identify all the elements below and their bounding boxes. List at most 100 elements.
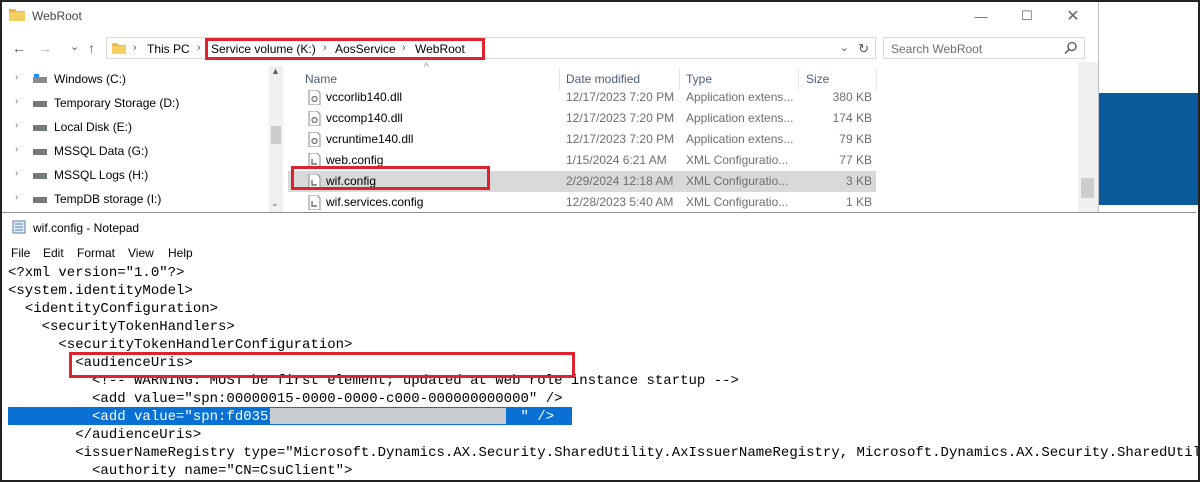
dll-file-icon — [308, 90, 321, 105]
file-row[interactable]: vccomp140.dll 12/17/2023 7:20 PM Applica… — [288, 108, 876, 129]
column-header-size[interactable]: Size — [806, 72, 829, 86]
minimize-button[interactable]: — — [958, 0, 1004, 32]
search-icon — [1064, 41, 1077, 55]
column-header-date[interactable]: Date modified — [566, 72, 640, 86]
breadcrumb-this-pc[interactable]: This PC — [147, 42, 190, 56]
file-date: 1/15/2024 6:21 AM — [566, 153, 667, 167]
dll-file-icon — [308, 132, 321, 147]
file-size: 380 KB — [832, 90, 872, 104]
file-date: 12/17/2023 7:20 PM — [566, 132, 675, 146]
code-highlight-box — [69, 352, 575, 378]
file-row[interactable]: wif.services.config 12/28/2023 5:40 AM X… — [288, 192, 876, 212]
code-line: <securityTokenHandlers> — [8, 319, 235, 335]
folder-icon — [112, 43, 126, 54]
menu-help[interactable]: Help — [168, 246, 193, 260]
file-name: vccorlib140.dll — [326, 90, 403, 104]
chevron-right-icon[interactable]: › — [15, 168, 18, 179]
code-line: <issuerNameRegistry type="Microsoft.Dyna… — [8, 445, 1200, 461]
drive-icon — [33, 101, 47, 107]
up-button[interactable]: ↑ — [88, 40, 95, 56]
refresh-icon[interactable]: ↻ — [858, 41, 869, 57]
tree-item-mssql-data-g[interactable]: › MSSQL Data (G:) — [0, 140, 268, 162]
recent-locations-button[interactable]: ⌄ — [70, 40, 79, 53]
file-date: 12/17/2023 7:20 PM — [566, 90, 675, 104]
file-size: 79 KB — [839, 132, 872, 146]
notepad-icon — [12, 220, 26, 234]
redaction-block — [270, 408, 506, 424]
desktop-blue-band — [1099, 93, 1200, 205]
folder-icon — [9, 9, 25, 21]
menu-view[interactable]: View — [128, 246, 154, 260]
tree-item-label: MSSQL Logs (H:) — [54, 168, 149, 182]
file-row[interactable]: vcruntime140.dll 12/17/2023 7:20 PM Appl… — [288, 129, 876, 150]
file-size: 77 KB — [839, 153, 872, 167]
tree-item-label: MSSQL Data (G:) — [54, 144, 149, 158]
scrollbar-thumb[interactable] — [1081, 178, 1094, 198]
chevron-right-icon[interactable]: › — [15, 96, 18, 107]
tree-item-tempdb-storage-i[interactable]: › TempDB storage (I:) — [0, 188, 268, 210]
drive-icon — [33, 125, 47, 131]
chevron-right-icon[interactable]: › — [15, 144, 18, 155]
tree-item-windows-c[interactable]: › Windows (C:) — [0, 68, 268, 90]
code-line: <add value="spn:00000015-0000-0000-c000-… — [8, 391, 563, 407]
chevron-right-icon[interactable]: › — [15, 72, 18, 83]
explorer-title-bar[interactable]: WebRoot — ☐ ✕ — [0, 0, 1098, 32]
back-button[interactable]: ← — [12, 40, 26, 56]
tree-item-mssql-logs-h[interactable]: › MSSQL Logs (H:) — [0, 164, 268, 186]
chevron-right-icon: › — [133, 42, 137, 54]
search-input[interactable]: Search WebRoot — [883, 37, 1085, 59]
scrollbar-thumb[interactable] — [271, 126, 281, 144]
chevron-down-icon[interactable]: ⌄ — [840, 41, 849, 54]
tree-item-temporary-storage-d[interactable]: › Temporary Storage (D:) — [0, 92, 268, 114]
file-highlight-box — [291, 166, 490, 190]
column-header-name[interactable]: Name — [305, 72, 337, 86]
file-name: web.config — [326, 153, 384, 167]
code-line: <system.identityModel> — [8, 283, 193, 299]
file-type: XML Configuratio... — [686, 153, 789, 167]
desktop-background — [1099, 0, 1200, 212]
file-size: 3 KB — [845, 174, 872, 188]
tree-item-label: TempDB storage (I:) — [54, 192, 162, 206]
file-row[interactable]: vccorlib140.dll 12/17/2023 7:20 PM Appli… — [288, 87, 876, 108]
dll-file-icon — [308, 111, 321, 126]
forward-button[interactable]: → — [38, 40, 52, 56]
file-type: XML Configuratio... — [686, 195, 789, 209]
config-file-icon — [308, 195, 321, 210]
notepad-title: wif.config - Notepad — [33, 221, 140, 235]
scroll-down-icon[interactable]: ⌄ — [271, 198, 279, 209]
tree-item-label: Temporary Storage (D:) — [54, 96, 180, 110]
chevron-right-icon[interactable]: › — [15, 120, 18, 131]
file-type: XML Configuratio... — [686, 174, 789, 188]
close-button[interactable]: ✕ — [1050, 0, 1096, 32]
notepad-window: wif.config - Notepad File Edit Format Vi… — [2, 212, 1200, 481]
address-highlight-box — [205, 38, 485, 60]
file-name: vccomp140.dll — [326, 111, 403, 125]
tree-item-label: Local Disk (E:) — [54, 120, 133, 134]
column-header-type[interactable]: Type — [686, 72, 712, 86]
code-line: <identityConfiguration> — [8, 301, 219, 317]
file-type: Application extens... — [686, 90, 794, 104]
tree-scrollbar[interactable]: ▲ ⌄ — [269, 66, 283, 212]
notepad-title-bar[interactable]: wif.config - Notepad — [2, 213, 1196, 241]
tree-item-label: Windows (C:) — [54, 72, 127, 86]
file-date: 2/29/2024 12:18 AM — [566, 174, 674, 188]
drive-icon — [33, 149, 47, 155]
file-list-scrollbar[interactable] — [1078, 62, 1098, 212]
chevron-right-icon[interactable]: › — [15, 192, 18, 203]
file-type: Application extens... — [686, 132, 794, 146]
file-date: 12/17/2023 7:20 PM — [566, 111, 675, 125]
menu-bar: File Edit Format View Help — [2, 243, 1196, 263]
menu-file[interactable]: File — [11, 246, 30, 260]
column-divider[interactable] — [876, 68, 877, 90]
chevron-right-icon: › — [197, 42, 201, 54]
scroll-up-icon[interactable]: ▲ — [271, 66, 280, 76]
sort-ascending-icon: ^ — [424, 62, 429, 73]
file-size: 174 KB — [832, 111, 872, 125]
search-placeholder: Search WebRoot — [891, 42, 983, 56]
menu-format[interactable]: Format — [77, 246, 115, 260]
file-name: vcruntime140.dll — [326, 132, 414, 146]
menu-edit[interactable]: Edit — [43, 246, 64, 260]
drive-icon — [33, 173, 47, 179]
tree-item-local-disk-e[interactable]: › Local Disk (E:) — [0, 116, 268, 138]
maximize-button[interactable]: ☐ — [1004, 0, 1050, 32]
